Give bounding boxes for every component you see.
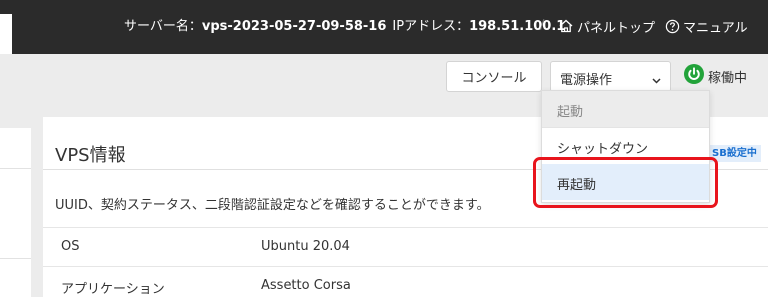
card-title: VPS情報 — [55, 145, 126, 166]
sidebar-item[interactable] — [0, 168, 31, 258]
sidebar-divider — [0, 258, 31, 259]
panel-top-label: パネルトップ — [577, 20, 656, 36]
server-status: 稼働中 — [684, 64, 747, 88]
power-select-value: 電源操作 — [560, 73, 613, 88]
menu-item-label: 起動 — [557, 105, 584, 120]
row-key: アプリケーション — [61, 282, 165, 297]
home-icon — [558, 18, 574, 34]
sidebar-divider — [0, 168, 31, 169]
manual-link[interactable]: マニュアル — [665, 14, 748, 38]
top-bar: サーバー名：vps-2023-05-27-09-58-16 IPアドレス：198.… — [0, 0, 768, 54]
two-factor-badge: SB設定中 — [708, 145, 761, 162]
menu-item-start: 起動 — [542, 91, 709, 127]
console-button[interactable]: コンソール — [446, 61, 542, 92]
table-row: OS Ubuntu 20.04 — [43, 227, 768, 266]
header-separator: / — [540, 18, 545, 33]
menu-item-shutdown[interactable]: シャットダウン — [542, 128, 709, 164]
row-value: Assetto Corsa — [261, 278, 351, 293]
card-description: UUID、契約ステータス、二段階認証設定などを確認することができます。 — [55, 198, 490, 213]
power-operation-select[interactable]: 電源操作 — [550, 61, 671, 92]
server-info: サーバー名：vps-2023-05-27-09-58-16 IPアドレス：198.… — [124, 15, 565, 39]
table-row: アプリケーション Assetto Corsa — [43, 266, 768, 297]
logo-area — [0, 14, 12, 54]
menu-item-label: シャットダウン — [557, 142, 649, 157]
ip-label: IPアドレス： — [392, 19, 470, 34]
server-name-label: サーバー名： — [124, 19, 202, 34]
help-circle-icon — [665, 19, 680, 34]
server-name: vps-2023-05-27-09-58-16 — [201, 19, 387, 34]
manual-label: マニュアル — [683, 20, 748, 36]
power-icon — [684, 64, 704, 88]
chevron-down-icon — [652, 73, 661, 88]
sidebar-item[interactable] — [0, 128, 31, 168]
sidebar-item[interactable] — [0, 258, 31, 297]
ip-address: 198.51.100.1 — [469, 19, 566, 34]
menu-item-label: 再起動 — [557, 178, 597, 193]
row-value: Ubuntu 20.04 — [261, 239, 350, 254]
power-menu: 起動 シャットダウン 再起動 — [541, 90, 710, 203]
panel-top-link[interactable]: パネルトップ — [558, 14, 655, 38]
menu-item-restart[interactable]: 再起動 — [542, 164, 709, 200]
row-key: OS — [61, 239, 80, 254]
status-label: 稼働中 — [708, 70, 748, 86]
